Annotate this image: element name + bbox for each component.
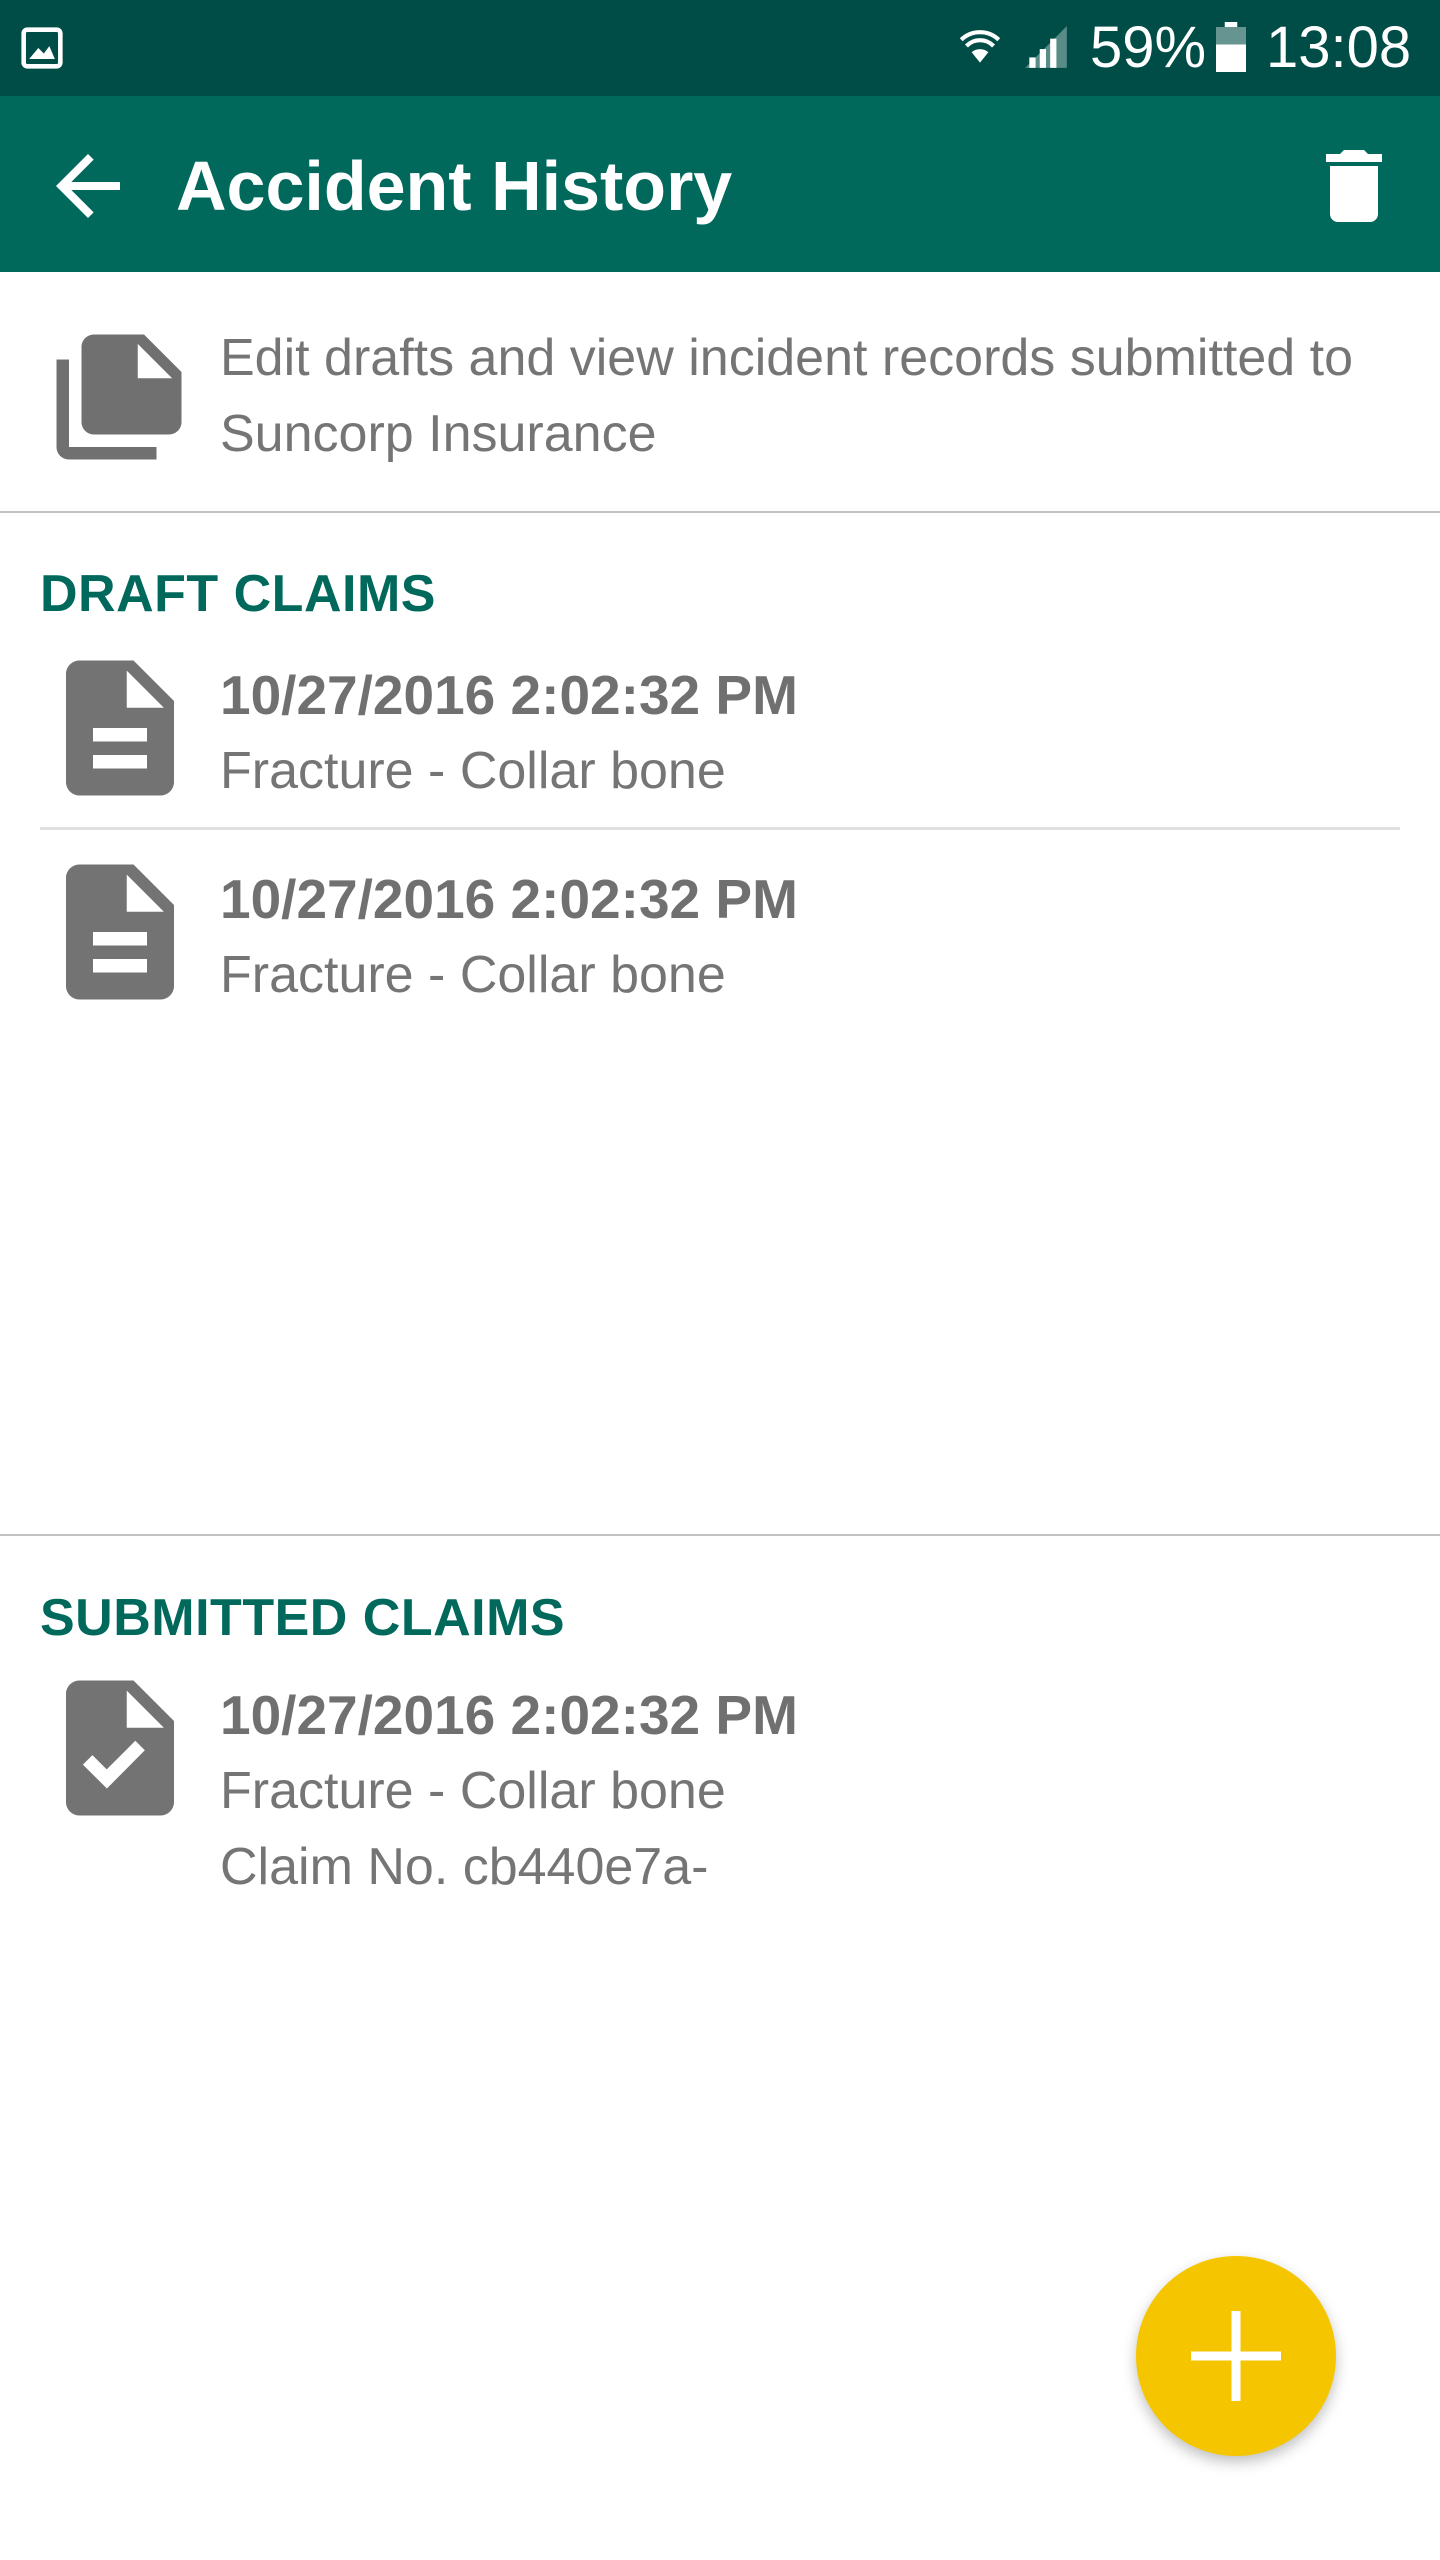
document-icon: [66, 660, 174, 796]
document-icon: [66, 864, 174, 1000]
signal-icon: [1025, 26, 1067, 68]
divider: [40, 827, 1400, 830]
battery-percent: 59%: [1090, 15, 1207, 80]
delete-button[interactable]: [1306, 138, 1402, 234]
page-title: Accident History: [176, 147, 733, 225]
divider: [0, 511, 1440, 513]
submitted-claims-header: SUBMITTED CLAIMS: [40, 1589, 566, 1647]
add-claim-button[interactable]: [1136, 2256, 1336, 2456]
claim-number: Claim No. cb440e7a-: [220, 1838, 709, 1896]
document-check-icon: [66, 1680, 174, 1816]
back-button[interactable]: [40, 138, 136, 234]
image-icon: [21, 27, 63, 69]
divider: [0, 1534, 1440, 1536]
plus-icon: [1191, 2311, 1281, 2401]
intro-text: Edit drafts and view incident records su…: [220, 329, 1354, 463]
claim-date: 10/27/2016 2:02:32 PM: [220, 664, 798, 726]
claim-description: Fracture - Collar bone: [220, 742, 726, 800]
trash-icon: [1326, 150, 1382, 222]
submitted-claim-item[interactable]: 10/27/2016 2:02:32 PM Fracture - Collar …: [0, 1680, 1440, 1920]
claim-date: 10/27/2016 2:02:32 PM: [220, 1684, 798, 1746]
documents-icon: [56, 334, 182, 460]
arrow-back-icon: [56, 154, 120, 218]
draft-claim-item[interactable]: 10/27/2016 2:02:32 PM Fracture - Collar …: [0, 660, 1440, 810]
claim-description: Fracture - Collar bone: [220, 1762, 726, 1820]
draft-claims-header: DRAFT CLAIMS: [40, 565, 436, 623]
battery-icon: [1216, 22, 1246, 72]
app-bar: Accident History: [0, 96, 1440, 272]
clock: 13:08: [1266, 15, 1412, 80]
wifi-icon: [959, 30, 1001, 63]
claim-date: 10/27/2016 2:02:32 PM: [220, 868, 798, 930]
status-bar: 59% 13:08: [0, 0, 1440, 96]
claim-description: Fracture - Collar bone: [220, 946, 726, 1004]
draft-claim-item[interactable]: 10/27/2016 2:02:32 PM Fracture - Collar …: [0, 864, 1440, 1014]
intro-banner: Edit drafts and view incident records su…: [0, 272, 1440, 512]
